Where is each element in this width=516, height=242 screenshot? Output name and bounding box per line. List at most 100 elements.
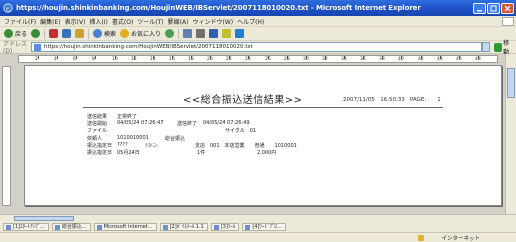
- document-icon: [213, 225, 219, 230]
- tab-startup[interactable]: [1]ｽﾀｰﾄｱｯﾌﾟ...: [3, 223, 49, 231]
- ruler-tick: [95, 56, 96, 59]
- document-icon: [162, 225, 168, 230]
- horizontal-ruler: 2 4 6 8 10 12 14 16 18 20 22 24 26 28 30 32 34 36 38 40 42 44…: [18, 55, 498, 63]
- window-title: https://houjin.shinkinbanking.com/Houjin…: [16, 4, 421, 12]
- tab-transfer[interactable]: 総合振込...: [51, 223, 91, 231]
- ruler-number: 48: [475, 57, 481, 62]
- svg-text:e: e: [6, 5, 10, 13]
- document-icon: [54, 225, 60, 230]
- refresh-icon[interactable]: [62, 29, 72, 38]
- page-icon: [34, 44, 41, 51]
- tab-tools[interactable]: [3]ﾂｰﾙ: [210, 223, 240, 231]
- address-dropdown-button[interactable]: [482, 42, 490, 52]
- windows-logo-icon: [502, 17, 514, 26]
- report-page-number: PAGE: 1: [410, 97, 441, 103]
- lock-icon: [418, 235, 424, 241]
- ruler-number: 4: [54, 57, 57, 62]
- edit-icon[interactable]: [209, 29, 219, 38]
- row-label: 振込指定日: [87, 143, 113, 149]
- messenger-icon[interactable]: [235, 29, 245, 38]
- ruler-number: 36: [360, 57, 366, 62]
- row-value: 正常終了: [117, 114, 138, 120]
- status-zone: インターネット: [441, 236, 480, 242]
- toolbar-separator: [44, 28, 46, 39]
- vertical-scroll-thumb[interactable]: [507, 68, 515, 98]
- report-date: 2007/11/05 16:50:33: [343, 97, 405, 103]
- ruler-number: 12: [131, 57, 137, 62]
- row-value: サイクル 01: [225, 128, 257, 134]
- history-icon[interactable]: [165, 29, 175, 38]
- tab-label: 総合振込...: [61, 224, 87, 230]
- menu-edit[interactable]: 編集(E): [40, 17, 60, 26]
- search-icon[interactable]: [93, 29, 103, 38]
- maximize-button[interactable]: [487, 2, 500, 14]
- report-title: <<総合振込送信結果>>: [183, 95, 303, 106]
- menu-help[interactable]: ヘルプ(H): [237, 17, 264, 26]
- back-icon[interactable]: [4, 29, 13, 38]
- menu-format[interactable]: 書式(O): [112, 17, 133, 26]
- row-label: 振込指定日: [87, 150, 113, 156]
- menu-file[interactable]: ファイル(F): [4, 17, 36, 26]
- ruler-number: 42: [418, 57, 424, 62]
- ruler-number: 24: [245, 57, 251, 62]
- close-icon: [504, 5, 511, 11]
- status-bar: インターネット: [0, 232, 516, 242]
- ruler-number: 38: [379, 57, 385, 62]
- mail-icon[interactable]: [183, 29, 193, 38]
- minimize-button[interactable]: [473, 2, 486, 14]
- menu-table[interactable]: 罫線(A): [168, 17, 189, 26]
- go-arrow-icon: [494, 42, 503, 52]
- tab-wordpro[interactable]: [4]ﾜｰﾄﾞﾌﾟﾛ...: [242, 223, 286, 231]
- ruler-number: 20: [207, 57, 213, 62]
- forward-icon[interactable]: [31, 29, 41, 38]
- document-icon: [245, 225, 251, 230]
- title-bar: e https://houjin.shinkinbanking.com/Houj…: [0, 0, 516, 16]
- menu-insert[interactable]: 挿入(I): [89, 17, 107, 26]
- tab-ie[interactable]: Microsoft Internet...: [93, 223, 157, 231]
- row-value: 05月24日: [117, 150, 140, 156]
- menu-window[interactable]: ウィンドウ(W): [192, 17, 233, 26]
- print-icon[interactable]: [196, 29, 206, 38]
- horizontal-scroll-thumb[interactable]: [14, 216, 74, 221]
- tab-label: [3]ﾂｰﾙ: [220, 224, 236, 230]
- back-label[interactable]: 戻る: [15, 29, 27, 38]
- document-page: <<総合振込送信結果>> 2007/11/05 16:50:33 PAGE: 1…: [24, 65, 502, 206]
- search-label[interactable]: 検索: [104, 29, 116, 38]
- vertical-ruler: [2, 66, 11, 206]
- minimize-icon: [477, 9, 482, 11]
- stop-icon[interactable]: [49, 29, 59, 38]
- row-value: ﾃｽﾄﾆﾝ: [145, 143, 158, 149]
- ie-logo-icon: e: [3, 3, 13, 13]
- menu-view[interactable]: 表示(V): [65, 17, 86, 26]
- favorites-icon[interactable]: [120, 29, 130, 38]
- row-value: 1件: [197, 150, 206, 156]
- address-url: https://houjin.shinkinbanking.com/Houjin…: [44, 44, 253, 50]
- menu-tools[interactable]: ツール(T): [137, 17, 163, 26]
- ruler-number: 26: [265, 57, 271, 62]
- vertical-scrollbar[interactable]: [505, 54, 516, 214]
- discuss-icon[interactable]: [222, 29, 232, 38]
- address-input[interactable]: https://houjin.shinkinbanking.com/Houjin…: [31, 42, 482, 52]
- header-divider: [83, 107, 443, 108]
- home-icon[interactable]: [75, 29, 85, 38]
- row-value: 2,000円: [257, 150, 277, 156]
- favorites-label[interactable]: お気に入り: [131, 29, 161, 38]
- ruler-tick: [57, 56, 58, 59]
- horizontal-scrollbar[interactable]: [0, 214, 516, 222]
- ruler-number: 10: [112, 57, 118, 62]
- row-label: 依頼人: [87, 136, 103, 142]
- row-value: 1010010001: [117, 135, 149, 141]
- row-label: ファイル: [87, 128, 108, 134]
- address-bar: アドレス(D) https://houjin.shinkinbanking.co…: [0, 40, 516, 56]
- row-value: 支店 001 本店営業 普通 1010001: [195, 143, 297, 149]
- tab-voicemail[interactable]: [2]ﾎﾞｲｽﾒｰﾙ 1.1: [159, 223, 208, 231]
- address-label: アドレス(D): [3, 41, 28, 55]
- document-icon: [96, 225, 102, 230]
- ruler-number: 18: [188, 57, 194, 62]
- go-button[interactable]: 移動: [494, 40, 514, 56]
- tab-label: [4]ﾜｰﾄﾞﾌﾟﾛ...: [252, 224, 282, 230]
- ruler-number: 6: [73, 57, 76, 62]
- ruler-number: 28: [284, 57, 290, 62]
- row-value: 04/05/24 07:26:47: [117, 120, 164, 126]
- close-button[interactable]: [501, 2, 514, 14]
